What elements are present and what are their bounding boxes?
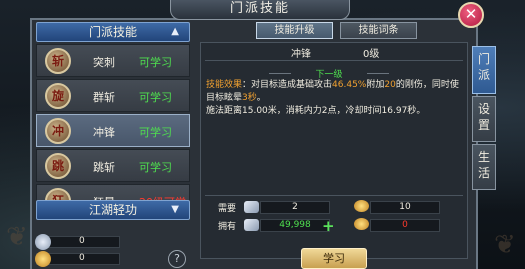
sect-skills-header-label: 门派技能 [88,25,137,39]
plant-decoration-icon: ❦ [6,222,28,252]
cast-text-part: 。 [416,106,426,116]
tab-skill-entry[interactable]: 技能词条 [340,22,417,39]
cast-distance: 15.00米 [242,106,277,116]
skill-tiaozhan-icon: 跳 [45,153,71,179]
jianghu-header-label: 江湖轻功 [88,203,137,217]
divider [205,60,463,61]
side-tab-sect[interactable]: 门派 [472,46,496,94]
cast-text-part: ，冷却时间 [336,106,382,116]
plant-decoration-icon: ❦ [494,230,516,260]
chevron-up-icon: ▲ [171,26,179,37]
selected-skill-level: 0级 [363,49,380,60]
skill-list: 门派技能 ▲ 斩 突刺 可学习 旋 群斩 可学习 冲 冲锋 可学习 跳 跳斩 可… [36,22,190,224]
silver-resource: 0 [35,234,120,250]
effect-text-part: ：对目标造成基础攻击 [242,80,333,90]
skill-chongfeng-icon: 冲 [45,118,71,144]
skill-cast-text: 施法距离15.00米，消耗内力2点，冷却时间16.97秒。 [206,105,464,118]
silver-ingot-icon [244,201,259,213]
skill-item-label: 突刺 [93,56,115,69]
skill-item-label: 跳斩 [93,161,115,174]
gold-coin-icon [35,251,51,267]
side-tab-life[interactable]: 生活 [472,144,496,190]
window-title: 门派技能 [170,0,350,20]
selected-skill-name: 冲锋 [291,49,311,60]
skill-item-status: 可学习 [139,56,172,69]
skill-qunzhan-icon: 旋 [45,83,71,109]
skill-item-label: 冲锋 [93,126,115,139]
silver-ingot-icon [35,234,51,250]
skill-item-qunzhan[interactable]: 旋 群斩 可学习 [36,79,190,112]
cast-text-part: ，消耗内力 [276,106,322,116]
silver-resource-value: 0 [79,236,85,246]
effect-text-part: 附加 [366,80,385,90]
need-label: 需要 [218,204,237,214]
skill-item-tiaozhan[interactable]: 跳 跳斩 可学习 [36,149,190,182]
divider [205,195,463,196]
gold-resource: 0 [35,251,120,267]
cast-mana-cost: 2点 [321,106,337,116]
have-silver-value: 49,998 [260,219,330,232]
effect-label: 技能效果 [206,80,243,90]
cast-text-part: 施法距离 [206,106,243,116]
skill-item-label: 群斩 [93,91,115,104]
plus-icon[interactable]: + [322,219,335,234]
effect-percent: 46.45% [332,80,367,90]
cast-cooldown: 16.97秒 [381,106,417,116]
help-button[interactable]: ? [168,250,186,268]
skill-item-status: 可学习 [139,161,172,174]
skill-item-status: 可学习 [139,126,172,139]
learn-button[interactable]: 学习 [301,248,367,269]
chevron-down-icon: ▼ [171,204,179,215]
skill-tuci-icon: 斩 [45,48,71,74]
close-x-icon[interactable]: ✕ [458,2,484,28]
gold-coin-icon [354,200,369,212]
skill-item-chongfeng[interactable]: 冲 冲锋 可学习 [36,114,190,147]
side-tab-settings[interactable]: 设置 [472,96,496,142]
effect-stun-duration: 3秒 [242,93,257,103]
silver-ingot-icon [244,219,259,231]
need-gold-value: 10 [370,201,440,214]
gold-coin-icon [354,218,369,230]
skill-item-status: 可学习 [139,91,172,104]
sect-skills-header[interactable]: 门派技能 ▲ [36,22,190,42]
skill-effect-text: 技能效果：对目标造成基础攻击46.45%附加20的刚伤，同时使目标眩晕3秒。 [206,79,464,105]
skill-item-tuci[interactable]: 斩 突刺 可学习 [36,44,190,77]
gold-resource-value: 0 [79,253,85,263]
have-gold-value: 0 [370,219,440,232]
need-silver-value: 2 [260,201,330,214]
tab-skill-upgrade[interactable]: 技能升级 [256,22,333,39]
effect-text-part: 。 [256,93,266,103]
jianghu-qinggong-header[interactable]: 江湖轻功 ▼ [36,200,190,220]
effect-add-value: 20 [384,80,396,90]
have-label: 拥有 [218,222,237,232]
